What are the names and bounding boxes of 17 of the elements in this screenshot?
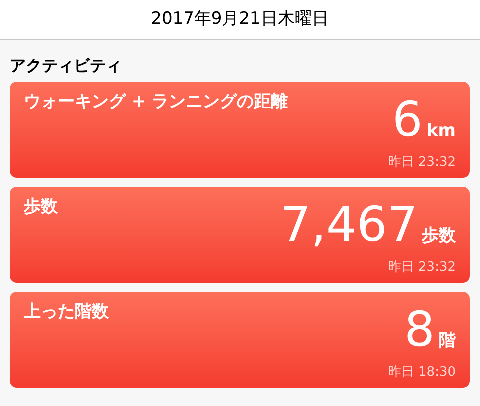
metric-value: 6 [392,96,423,144]
card-title: ウォーキング + ランニングの距離 [24,91,288,114]
section-title: アクティビティ [10,56,123,76]
metric-value: 7,467 [280,201,418,249]
metric-unit: 階 [439,333,456,350]
activity-card[interactable]: ウォーキング + ランニングの距離 6 km 昨日 23:32 [10,82,470,178]
timestamp: 昨日 23:32 [388,154,456,172]
card-title: 歩数 [24,196,58,219]
card-title: 上った階数 [24,301,109,324]
metric-value: 8 [404,306,435,354]
timestamp: 昨日 23:32 [388,258,456,276]
metric-unit: km [426,123,456,140]
metric-unit: 歩数 [422,228,456,245]
timestamp: 昨日 18:30 [388,364,456,382]
activity-card[interactable]: 歩数 7,467 歩数 昨日 23:32 [10,187,470,283]
date-title: 2017年9月21日木曜日 [151,8,329,31]
activity-card[interactable]: 上った階数 8 階 昨日 18:30 [10,292,470,388]
